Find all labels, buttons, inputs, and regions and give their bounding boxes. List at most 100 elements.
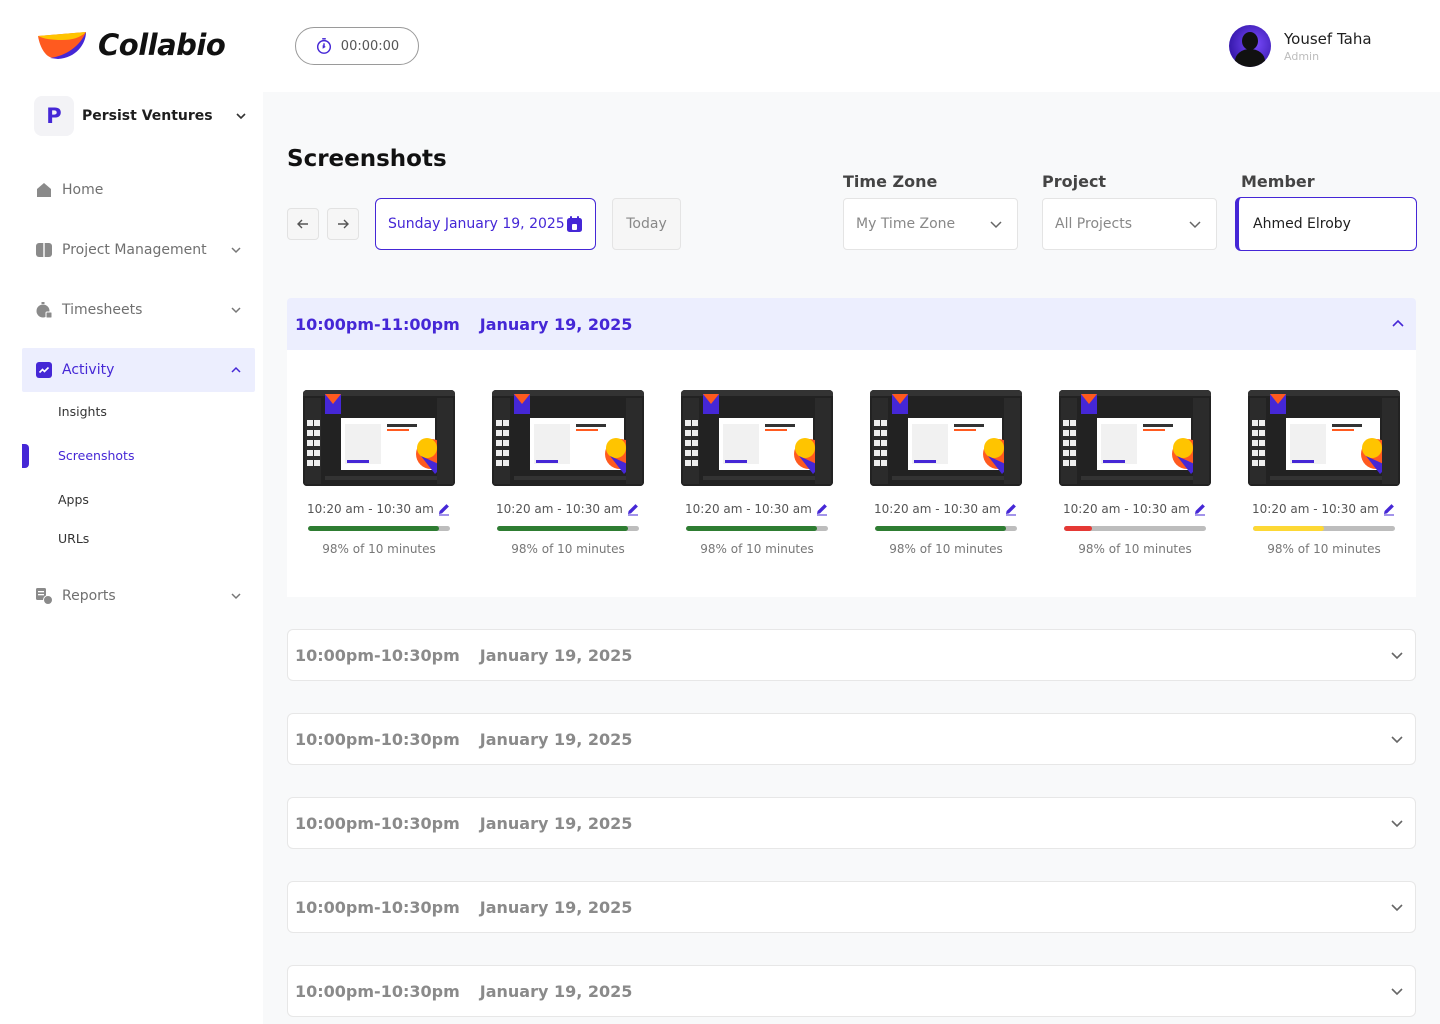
activity-percentage: 98% of 10 minutes bbox=[1078, 542, 1192, 556]
timesheet-icon bbox=[35, 301, 53, 319]
section-date: January 19, 2025 bbox=[479, 897, 633, 917]
activity-percentage: 98% of 10 minutes bbox=[1267, 542, 1381, 556]
screenshot-card[interactable]: 10:20 am - 10:30 am 98% of 10 minutes bbox=[1248, 390, 1400, 556]
edit-pencil-icon[interactable] bbox=[437, 502, 451, 516]
chevron-down-icon bbox=[231, 247, 241, 254]
activity-icon bbox=[35, 361, 53, 379]
screenshot-card[interactable]: 10:20 am - 10:30 am 98% of 10 minutes bbox=[1059, 390, 1211, 556]
org-name: Persist Ventures bbox=[82, 108, 213, 124]
page-title: Screenshots bbox=[287, 146, 447, 172]
screenshot-time-range: 10:20 am - 10:30 am bbox=[496, 502, 623, 516]
project-value: All Projects bbox=[1055, 216, 1132, 232]
screenshot-card[interactable]: 10:20 am - 10:30 am 98% of 10 minutes bbox=[870, 390, 1022, 556]
screenshot-thumbnail[interactable] bbox=[1059, 390, 1211, 486]
screenshot-thumbnail[interactable] bbox=[681, 390, 833, 486]
section-time: 10:00pm-10:30pm bbox=[295, 981, 460, 1001]
sidebar-item-activity[interactable]: Activity bbox=[22, 348, 255, 392]
time-section-header[interactable]: 10:00pm-10:30pm January 19, 2025 bbox=[287, 797, 1416, 849]
chevron-down-icon bbox=[990, 221, 1002, 229]
time-section-header[interactable]: 10:00pm-10:30pm January 19, 2025 bbox=[287, 881, 1416, 933]
brand-logo[interactable]: Collabio bbox=[36, 28, 226, 62]
active-indicator bbox=[22, 444, 29, 468]
sidebar-subitem-urls[interactable]: URLs bbox=[58, 531, 89, 546]
chevron-up-icon bbox=[1392, 319, 1404, 327]
activity-progress-bar bbox=[1064, 526, 1206, 531]
activity-percentage: 98% of 10 minutes bbox=[511, 542, 625, 556]
org-switcher[interactable]: P Persist Ventures bbox=[34, 96, 248, 136]
user-role: Admin bbox=[1284, 49, 1320, 63]
book-icon bbox=[35, 241, 53, 259]
time-section-header[interactable]: 10:00pm-10:30pm January 19, 2025 bbox=[287, 965, 1416, 1017]
member-value: Ahmed Elroby bbox=[1253, 216, 1351, 232]
chevron-down-icon bbox=[1391, 988, 1403, 996]
screenshot-thumbnail[interactable] bbox=[1248, 390, 1400, 486]
edit-pencil-icon[interactable] bbox=[626, 502, 640, 516]
screenshot-grid bbox=[287, 350, 1416, 597]
date-picker[interactable]: Sunday January 19, 2025 bbox=[375, 198, 596, 250]
today-button[interactable]: Today bbox=[612, 198, 681, 250]
activity-percentage: 98% of 10 minutes bbox=[322, 542, 436, 556]
activity-progress-bar bbox=[686, 526, 828, 531]
avatar bbox=[1229, 25, 1271, 67]
previous-day-button[interactable] bbox=[287, 208, 319, 240]
screenshot-card[interactable]: 10:20 am - 10:30 am 98% of 10 minutes bbox=[303, 390, 455, 556]
user-name: Yousef Taha bbox=[1284, 29, 1372, 48]
next-day-button[interactable] bbox=[327, 208, 359, 240]
screenshot-thumbnail[interactable] bbox=[870, 390, 1022, 486]
chevron-down-icon bbox=[231, 307, 241, 314]
sidebar-item-timesheets[interactable]: Timesheets bbox=[22, 288, 255, 332]
sidebar-subitem-apps[interactable]: Apps bbox=[58, 492, 89, 507]
sidebar-item-home[interactable]: Home bbox=[22, 168, 255, 212]
time-section-header[interactable]: 10:00pm-10:30pm January 19, 2025 bbox=[287, 713, 1416, 765]
section-time: 10:00pm-10:30pm bbox=[295, 645, 460, 665]
screenshot-card[interactable]: 10:20 am - 10:30 am 98% of 10 minutes bbox=[492, 390, 644, 556]
home-icon bbox=[35, 181, 53, 199]
activity-progress-bar bbox=[308, 526, 450, 531]
sidebar-subitem-insights[interactable]: Insights bbox=[58, 404, 107, 419]
user-profile[interactable]: Yousef Taha Admin bbox=[1229, 25, 1372, 67]
section-date: January 19, 2025 bbox=[479, 645, 633, 665]
brand-name: Collabio bbox=[98, 28, 226, 62]
section-date: January 19, 2025 bbox=[479, 813, 633, 833]
section-date: January 19, 2025 bbox=[479, 981, 633, 1001]
collabio-logo-icon bbox=[38, 32, 86, 59]
activity-percentage: 98% of 10 minutes bbox=[889, 542, 1003, 556]
section-time: 10:00pm-11:00pm bbox=[295, 314, 460, 334]
arrow-left-icon bbox=[297, 219, 308, 229]
screenshot-time-range: 10:20 am - 10:30 am bbox=[685, 502, 812, 516]
sidebar-item-reports[interactable]: Reports bbox=[22, 574, 255, 618]
screenshot-thumbnail[interactable] bbox=[492, 390, 644, 486]
time-section-header[interactable]: 10:00pm-10:30pm January 19, 2025 bbox=[287, 629, 1416, 681]
sidebar: P Persist Ventures Home Project Manageme… bbox=[0, 92, 263, 1024]
edit-pencil-icon[interactable] bbox=[1004, 502, 1018, 516]
timer-value: 00:00:00 bbox=[340, 38, 400, 54]
screenshot-card[interactable]: 10:20 am - 10:30 am 98% of 10 minutes bbox=[681, 390, 833, 556]
member-label: Member bbox=[1241, 172, 1315, 191]
screenshot-time-range: 10:20 am - 10:30 am bbox=[1063, 502, 1190, 516]
timezone-select[interactable]: My Time Zone bbox=[843, 198, 1018, 250]
chevron-up-icon bbox=[231, 366, 241, 373]
timezone-value: My Time Zone bbox=[856, 216, 956, 232]
section-date: January 19, 2025 bbox=[479, 729, 633, 749]
activity-progress-fill bbox=[875, 526, 1006, 531]
activity-progress-fill bbox=[497, 526, 628, 531]
chevron-down-icon bbox=[236, 113, 246, 120]
screenshot-time-range: 10:20 am - 10:30 am bbox=[874, 502, 1001, 516]
sidebar-subitem-screenshots[interactable]: Screenshots bbox=[58, 448, 134, 463]
activity-progress-bar bbox=[875, 526, 1017, 531]
edit-pencil-icon[interactable] bbox=[815, 502, 829, 516]
screenshot-thumbnail[interactable] bbox=[303, 390, 455, 486]
screenshot-time-range: 10:20 am - 10:30 am bbox=[307, 502, 434, 516]
edit-pencil-icon[interactable] bbox=[1193, 502, 1207, 516]
chevron-down-icon bbox=[1391, 652, 1403, 660]
edit-pencil-icon[interactable] bbox=[1382, 502, 1396, 516]
activity-progress-bar bbox=[497, 526, 639, 531]
activity-percentage: 98% of 10 minutes bbox=[700, 542, 814, 556]
project-select[interactable]: All Projects bbox=[1042, 198, 1217, 250]
sidebar-item-label: Activity bbox=[62, 362, 115, 378]
sidebar-item-label: Project Management bbox=[62, 242, 207, 258]
time-section-header-open[interactable]: 10:00pm-11:00pm January 19, 2025 bbox=[287, 298, 1416, 350]
timer-button[interactable]: 00:00:00 bbox=[295, 27, 419, 65]
member-select[interactable]: Ahmed Elroby bbox=[1235, 197, 1417, 251]
sidebar-item-project-management[interactable]: Project Management bbox=[22, 228, 255, 272]
